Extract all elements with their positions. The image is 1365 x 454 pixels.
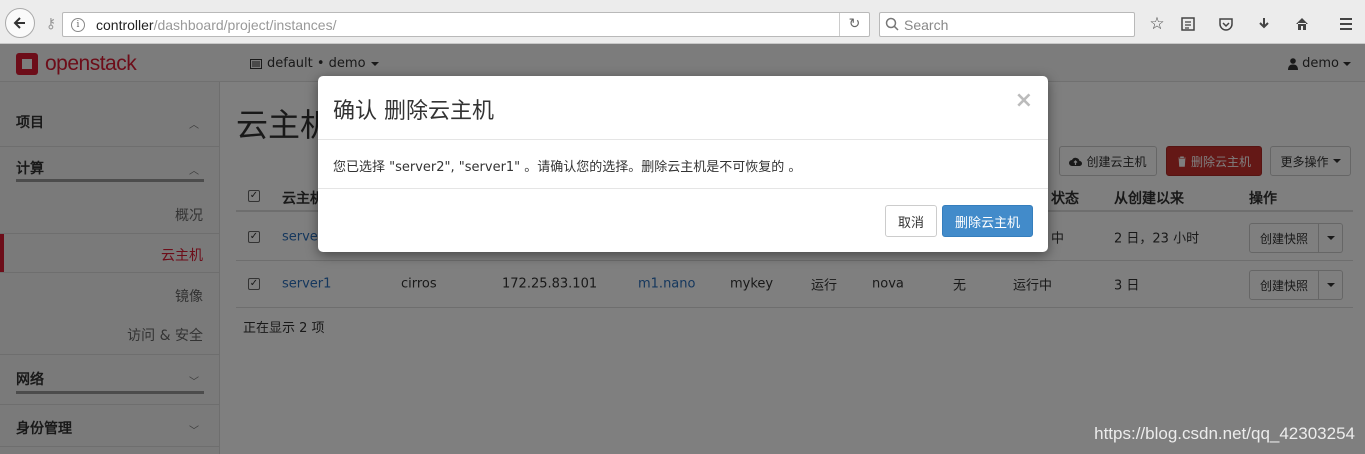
bookmark-star-icon[interactable]: ☆ (1146, 13, 1168, 35)
menu-icon[interactable] (1335, 13, 1357, 35)
url-host: controller (96, 17, 154, 33)
confirm-delete-button[interactable]: 删除云主机 (942, 205, 1033, 237)
watermark: https://blog.csdn.net/qq_42303254 (1094, 424, 1355, 443)
back-button[interactable] (5, 8, 35, 38)
url-text: controller/dashboard/project/instances/ (96, 17, 336, 33)
info-icon[interactable]: i (71, 18, 85, 32)
home-icon[interactable] (1291, 13, 1313, 35)
url-path: /dashboard/project/instances/ (153, 17, 337, 33)
modal-title: 确认 删除云主机 (333, 99, 494, 124)
modal-footer: 取消 删除云主机 (318, 188, 1048, 252)
reload-icon[interactable]: ↻ (839, 13, 869, 36)
download-icon[interactable] (1253, 13, 1275, 35)
close-icon[interactable]: × (1015, 88, 1033, 113)
url-bar[interactable]: i controller/dashboard/project/instances… (62, 12, 870, 37)
confirm-delete-modal: 确认 删除云主机 × 您已选择 "server2", "server1" 。请确… (318, 76, 1048, 252)
search-placeholder: Search (904, 17, 949, 33)
search-icon (885, 17, 899, 31)
browser-toolbar: ⚷ i controller/dashboard/project/instanc… (0, 0, 1365, 44)
cancel-button[interactable]: 取消 (885, 205, 937, 237)
modal-header: 确认 删除云主机 × (318, 76, 1048, 140)
arrow-left-icon (13, 17, 25, 29)
modal-body: 您已选择 "server2", "server1" 。请确认您的选择。删除云主机… (333, 160, 802, 175)
pocket-icon[interactable] (1215, 13, 1237, 35)
search-bar[interactable]: Search (879, 12, 1135, 37)
reading-list-icon[interactable] (1177, 13, 1199, 35)
